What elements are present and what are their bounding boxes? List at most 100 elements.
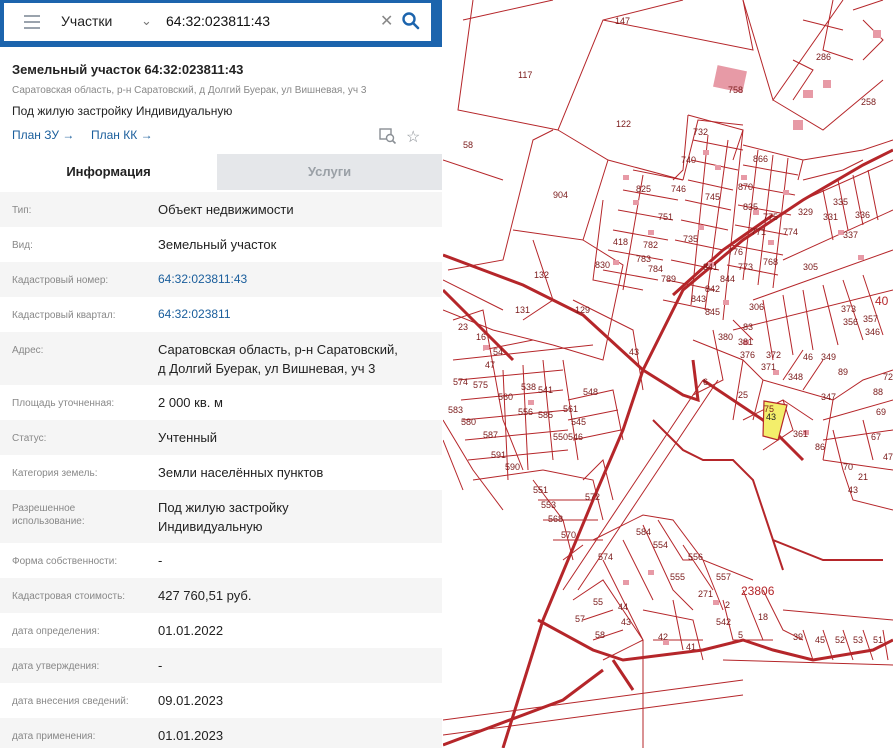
clear-icon[interactable]: ✕ <box>380 11 393 31</box>
parcel-label: 43 <box>629 347 639 357</box>
parcel-label: 51 <box>873 635 883 645</box>
object-address: Саратовская область, р-н Саратовский, д … <box>12 85 367 96</box>
detail-label: Площадь уточненная: <box>12 398 115 409</box>
object-title: Земельный участок 64:32:023811:43 <box>12 62 244 77</box>
parcel-label: 47 <box>883 452 893 462</box>
parcel-label: 72 <box>883 372 893 382</box>
parcel-label: 86 <box>815 442 825 452</box>
parcel-label: 835 <box>743 202 758 212</box>
parcel-label: 357 <box>863 314 878 324</box>
detail-value: 2 000 кв. м <box>158 395 223 410</box>
parcel-label: 735 <box>683 234 698 244</box>
parcel-label: 585 <box>538 410 553 420</box>
detail-label: Категория земель: <box>12 468 98 479</box>
cadastral-number-link[interactable]: 64:32:023811:43 <box>158 270 247 289</box>
detail-label: Кадастровый номер: <box>12 275 109 286</box>
parcel-label: 69 <box>876 407 886 417</box>
detail-label: Статус: <box>12 433 47 444</box>
parcel-label: 825 <box>636 184 651 194</box>
parcel-label: 866 <box>753 154 768 164</box>
parcel-label: 843 <box>691 294 706 304</box>
parcel-label: 122 <box>616 119 631 129</box>
zoom-to-icon[interactable] <box>379 128 397 149</box>
star-icon[interactable]: ☆ <box>406 127 420 147</box>
parcel-label: 25 <box>738 390 748 400</box>
parcel-label: 329 <box>798 207 813 217</box>
parcel-label: 870 <box>738 182 753 192</box>
parcel-label: 331 <box>823 212 838 222</box>
detail-label: Форма собственности: <box>12 556 118 567</box>
detail-value-line-1: Саратовская область, р-н Саратовский, <box>158 342 398 357</box>
detail-value: 01.01.2022 <box>158 623 224 638</box>
detail-value: 09.01.2023 <box>158 693 224 708</box>
detail-label: дата утверждения: <box>12 661 100 672</box>
parcel-label: 346 <box>865 327 880 337</box>
detail-value-line-2: д Долгий Буерак, ул Вишневая, уч 3 <box>158 361 376 376</box>
parcel-label: 129 <box>575 305 590 315</box>
menu-icon[interactable] <box>24 15 40 29</box>
parcel-label: 587 <box>483 430 498 440</box>
parcel-label: 768 <box>763 257 778 267</box>
plan-kk-link[interactable]: План КК → <box>91 128 153 142</box>
parcel-label: 789 <box>661 274 676 284</box>
parcel-label: 580 <box>461 417 476 427</box>
parcel-label: 16 <box>476 332 486 342</box>
parcel-label: 740 <box>681 155 696 165</box>
parcel-label: 560 <box>498 392 513 402</box>
parcel-label: 557 <box>716 572 731 582</box>
parcel-label: 845 <box>705 307 720 317</box>
parcel-label: 58 <box>463 140 473 150</box>
plan-zu-link[interactable]: План ЗУ → <box>12 128 74 142</box>
parcel-label: 373 <box>841 304 856 314</box>
parcel-label: 732 <box>693 127 708 137</box>
detail-value: Земельный участок <box>158 237 277 252</box>
detail-value: 427 760,51 руб. <box>158 588 252 603</box>
cadastral-map[interactable]: 147 117 758 286 258 122 58 904 132 129 1… <box>443 0 893 748</box>
parcel-label: 545 <box>571 417 586 427</box>
parcel-label: 746 <box>671 184 686 194</box>
detail-label: Кадастровая стоимость: <box>12 591 126 602</box>
detail-label: Вид: <box>12 240 33 251</box>
detail-row-type: Тип: Объект недвижимости <box>0 192 442 227</box>
tab-information[interactable]: Информация <box>0 154 217 190</box>
parcel-label: 551 <box>533 485 548 495</box>
parcel-label: 356 <box>843 317 858 327</box>
parcel-label: 376 <box>740 350 755 360</box>
parcel-label: 830 <box>595 260 610 270</box>
parcel-label: 553 <box>541 500 556 510</box>
detail-row-date-entered: дата внесения сведений: 09.01.2023 <box>0 683 442 718</box>
cadastral-quarter-link[interactable]: 64:32:023811 <box>158 305 231 324</box>
search-bar: Участки ⌄ ✕ <box>0 0 442 47</box>
parcel-label: 46 <box>803 352 813 362</box>
parcel-label: 555 <box>670 572 685 582</box>
layer-select[interactable]: Участки <box>61 13 112 29</box>
search-icon[interactable] <box>401 11 421 36</box>
tabs: Информация Услуги <box>0 154 442 190</box>
detail-value: - <box>158 658 163 673</box>
parcel-label: 550 <box>553 432 568 442</box>
parcel-label: 58 <box>595 630 605 640</box>
detail-value: - <box>158 553 163 568</box>
parcel-label: 43 <box>848 485 858 495</box>
parcel-label: 771 <box>751 227 766 237</box>
detail-label-line-1: Разрешенное <box>12 503 76 514</box>
tab-services[interactable]: Услуги <box>217 154 442 190</box>
parcel-label: 418 <box>613 237 628 247</box>
parcel-label: 546 <box>568 432 583 442</box>
detail-value: Земли населённых пунктов <box>158 465 324 480</box>
search-input[interactable] <box>166 13 366 29</box>
parcel-label: 572 <box>585 492 600 502</box>
parcel-label: 6 <box>703 377 708 387</box>
parcel-label: 5 <box>738 630 743 640</box>
detail-row-date-approved: дата утверждения: - <box>0 648 442 683</box>
parcel-label: 147 <box>615 16 630 26</box>
district-label: 23806 <box>741 584 775 598</box>
parcel-label: 583 <box>448 405 463 415</box>
parcel-label: 42 <box>658 632 668 642</box>
info-panel: Участки ⌄ ✕ Земельный участок 64:32:0238… <box>0 0 442 748</box>
parcel-label: 568 <box>548 514 563 524</box>
detail-value: 01.01.2023 <box>158 728 224 743</box>
parcel-label: 70 <box>843 462 853 472</box>
detail-value: Объект недвижимости <box>158 202 294 217</box>
chevron-down-icon[interactable]: ⌄ <box>141 13 152 29</box>
